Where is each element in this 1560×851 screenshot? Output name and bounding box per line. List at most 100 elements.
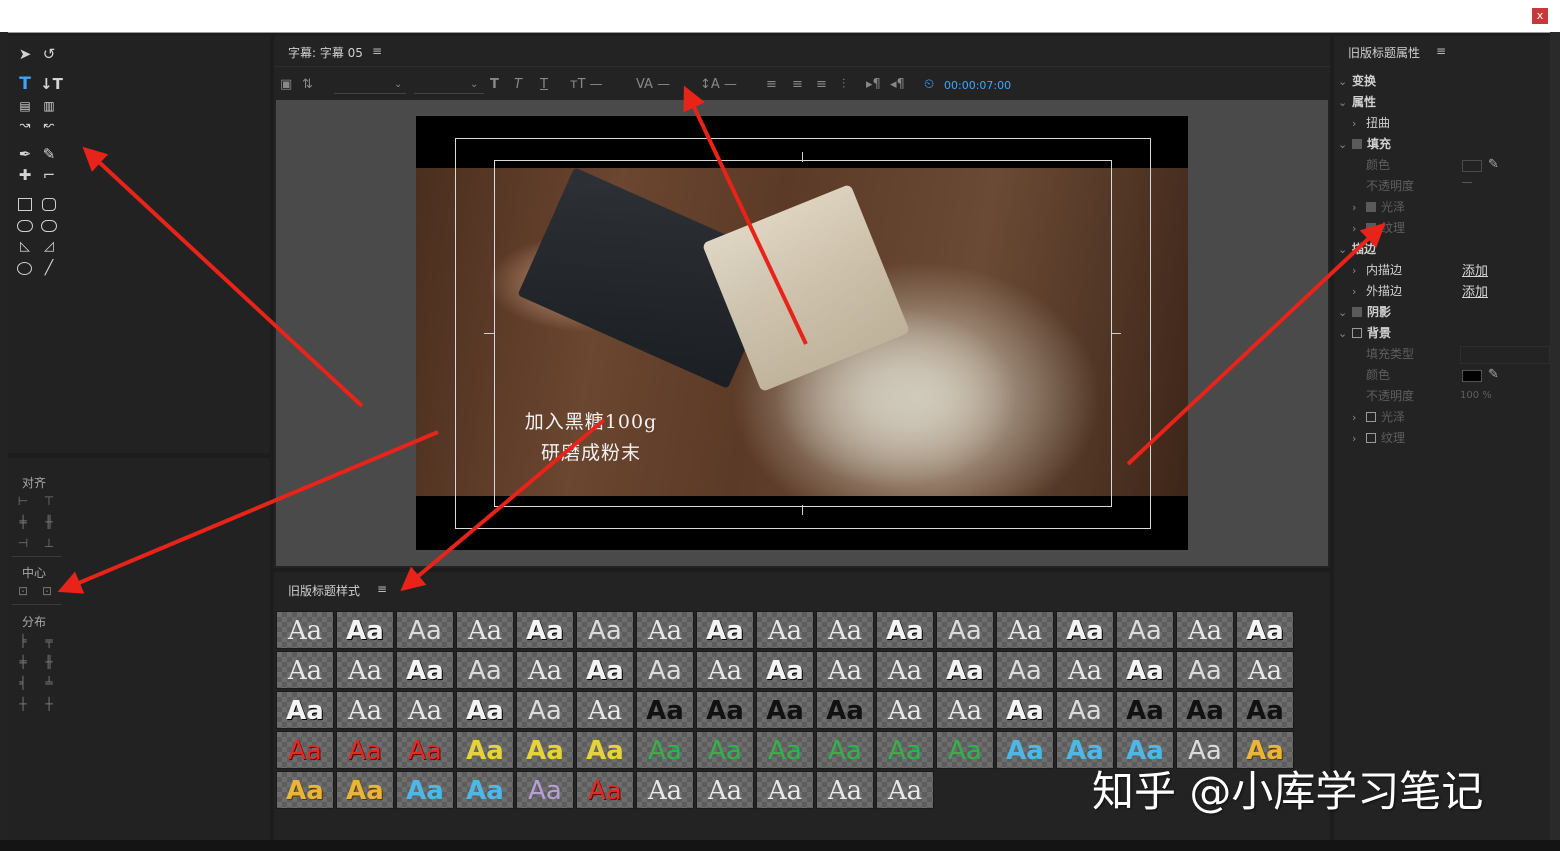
style-swatch[interactable]: Aa xyxy=(756,691,814,729)
chevron-icon[interactable]: ⌄ xyxy=(1338,96,1352,109)
style-swatch[interactable]: Aa xyxy=(696,611,754,649)
kerning-icon[interactable]: VA — xyxy=(636,77,670,93)
style-swatch[interactable]: Aa xyxy=(1236,651,1294,689)
font-size-icon[interactable]: ᴛT — xyxy=(570,77,603,93)
timecode-icon[interactable]: ⏲ xyxy=(924,77,934,93)
style-swatch[interactable]: Aa xyxy=(576,731,634,769)
style-swatch[interactable]: Aa xyxy=(876,731,934,769)
center-horizontal-icon[interactable]: ⊡ xyxy=(16,584,30,598)
property-row[interactable]: › 纹理 xyxy=(1352,429,1405,446)
checkbox[interactable] xyxy=(1352,139,1362,149)
eyedropper-icon[interactable]: ✎ xyxy=(1488,367,1499,382)
style-swatch[interactable]: Aa xyxy=(1236,691,1294,729)
checkbox[interactable] xyxy=(1352,307,1362,317)
style-swatch[interactable]: Aa xyxy=(816,731,874,769)
arc-tool-icon[interactable]: ◿ xyxy=(40,239,58,255)
style-swatch[interactable]: Aa xyxy=(1116,611,1174,649)
style-swatch[interactable]: Aa xyxy=(756,651,814,689)
style-swatch[interactable]: Aa xyxy=(576,771,634,809)
style-swatch[interactable]: Aa xyxy=(336,731,394,769)
property-row[interactable]: ⌄ 背景 xyxy=(1338,324,1391,341)
property-row[interactable]: ⌄ 描边 xyxy=(1338,240,1376,257)
chevron-icon[interactable]: › xyxy=(1352,222,1366,235)
italic-icon[interactable]: T xyxy=(514,77,522,93)
property-row[interactable]: › 扭曲 xyxy=(1352,114,1390,131)
vertical-area-type-tool-icon[interactable]: ▥ xyxy=(40,98,58,114)
style-swatch[interactable]: Aa xyxy=(696,771,754,809)
style-swatch[interactable]: Aa xyxy=(516,611,574,649)
property-row[interactable]: 颜色 xyxy=(1352,366,1390,383)
style-swatch[interactable]: Aa xyxy=(1056,651,1114,689)
path-type-tool-icon[interactable]: ↝ xyxy=(16,118,34,134)
style-swatch[interactable]: Aa xyxy=(516,771,574,809)
align-bottom-icon[interactable]: ⊥ xyxy=(42,536,56,550)
checkbox[interactable] xyxy=(1366,433,1376,443)
style-swatch[interactable]: Aa xyxy=(996,611,1054,649)
style-swatch[interactable]: Aa xyxy=(996,651,1054,689)
distribute-spacing-h-icon[interactable]: ┼ xyxy=(16,697,30,711)
chevron-icon[interactable]: › xyxy=(1352,432,1366,445)
style-swatch[interactable]: Aa xyxy=(636,731,694,769)
style-swatch[interactable]: Aa xyxy=(1056,611,1114,649)
style-swatch[interactable]: Aa xyxy=(276,651,334,689)
distribute-center-h-icon[interactable]: ╪ xyxy=(16,655,30,669)
style-swatch[interactable]: Aa xyxy=(1176,651,1234,689)
chevron-icon[interactable]: ⌄ xyxy=(1338,138,1352,151)
style-swatch[interactable]: Aa xyxy=(636,651,694,689)
style-swatch[interactable]: Aa xyxy=(936,731,994,769)
ellipse-tool-icon[interactable] xyxy=(17,220,33,232)
style-swatch[interactable]: Aa xyxy=(1176,611,1234,649)
underline-icon[interactable]: T xyxy=(540,77,548,93)
style-swatch[interactable]: Aa xyxy=(756,731,814,769)
inner-stroke-add-link[interactable]: 添加 xyxy=(1462,260,1488,279)
leading-icon[interactable]: ↕A — xyxy=(700,77,737,93)
style-swatch[interactable]: Aa xyxy=(936,611,994,649)
area-type-tool-icon[interactable]: ▤ xyxy=(16,98,34,114)
style-swatch[interactable]: Aa xyxy=(996,731,1054,769)
circle-tool-icon[interactable] xyxy=(17,262,32,275)
style-swatch[interactable]: Aa xyxy=(576,691,634,729)
chevron-icon[interactable]: › xyxy=(1352,201,1366,214)
align-left-text-icon[interactable]: ≡ xyxy=(766,77,777,93)
style-swatch[interactable]: Aa xyxy=(456,771,514,809)
property-row[interactable]: 不透明度 xyxy=(1352,387,1414,404)
chevron-icon[interactable]: ⌄ xyxy=(1338,327,1352,340)
style-swatch[interactable]: Aa xyxy=(756,771,814,809)
style-swatch[interactable]: Aa xyxy=(516,651,574,689)
style-swatch[interactable]: Aa xyxy=(936,691,994,729)
show-background-icon[interactable]: ▸¶ xyxy=(866,77,881,93)
distribute-spacing-v-icon[interactable]: ┼ xyxy=(42,697,56,711)
style-swatch[interactable]: Aa xyxy=(1176,691,1234,729)
align-right-text-icon[interactable]: ≡ xyxy=(816,77,827,93)
convert-anchor-tool-icon[interactable]: ⌐ xyxy=(40,167,58,183)
bg-opacity-value[interactable]: 100 % xyxy=(1460,390,1492,401)
style-swatch[interactable]: Aa xyxy=(876,691,934,729)
align-right-icon[interactable]: ⊣ xyxy=(16,536,30,550)
property-row[interactable]: › 纹理 xyxy=(1352,219,1405,236)
rectangle-tool-icon[interactable] xyxy=(18,198,32,211)
style-swatch[interactable]: Aa xyxy=(876,611,934,649)
style-swatch[interactable]: Aa xyxy=(276,771,334,809)
style-swatch[interactable]: Aa xyxy=(336,651,394,689)
timecode-value[interactable]: 00:00:07:00 xyxy=(944,79,1011,92)
style-swatch[interactable]: Aa xyxy=(1056,691,1114,729)
style-swatch[interactable]: Aa xyxy=(396,651,454,689)
checkbox[interactable] xyxy=(1352,328,1362,338)
panel-menu-icon[interactable]: ≡ xyxy=(377,582,387,596)
caption-line-2[interactable]: 研磨成粉末 xyxy=(511,438,671,465)
line-tool-icon[interactable]: ╱ xyxy=(40,260,58,276)
distribute-bottom-icon[interactable]: ╧ xyxy=(42,676,56,690)
style-swatch[interactable]: Aa xyxy=(1236,611,1294,649)
style-swatch[interactable]: Aa xyxy=(396,771,454,809)
chevron-icon[interactable]: › xyxy=(1352,285,1366,298)
property-row[interactable]: ⌄ 属性 xyxy=(1338,93,1376,110)
close-button[interactable]: x xyxy=(1532,8,1548,24)
distribute-left-icon[interactable]: ╞ xyxy=(16,634,30,648)
style-swatch[interactable]: Aa xyxy=(816,771,874,809)
distribute-center-v-icon[interactable]: ╫ xyxy=(42,655,56,669)
style-swatch[interactable]: Aa xyxy=(696,731,754,769)
vertical-type-tool-icon[interactable]: ↓T xyxy=(40,76,63,92)
style-swatch[interactable]: Aa xyxy=(396,731,454,769)
checkbox[interactable] xyxy=(1366,223,1376,233)
rotation-tool-icon[interactable]: ↺ xyxy=(40,46,58,62)
